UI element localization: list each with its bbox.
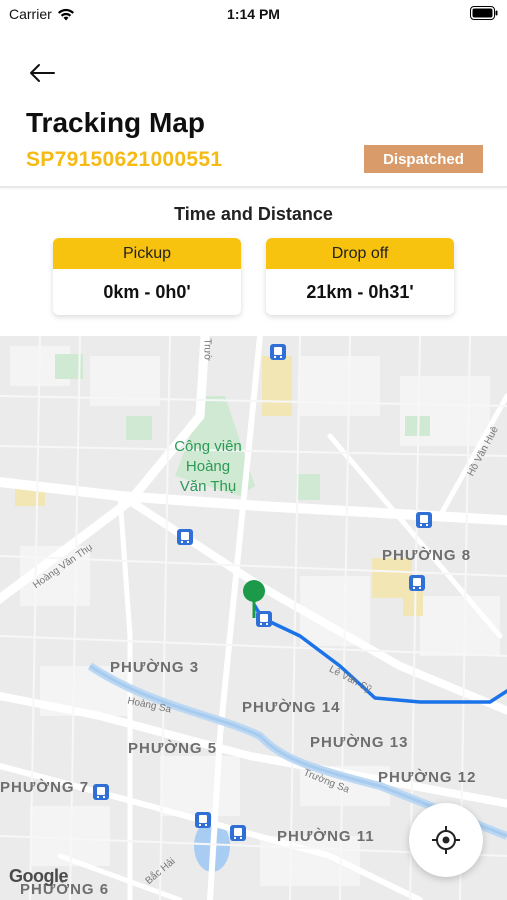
street-label: Trườ <box>201 338 213 361</box>
pickup-card: Pickup 0km - 0h0' <box>53 238 241 315</box>
google-logo-text: Google <box>9 866 69 886</box>
park-label-line: Công viên <box>174 438 242 455</box>
dropoff-label: Drop off <box>266 238 454 269</box>
google-logo: Google <box>9 866 69 887</box>
park-label-line: Hoàng <box>185 458 231 475</box>
dropoff-value: 21km - 0h31' <box>306 281 414 302</box>
district-label: PHƯỜNG 7 <box>0 779 90 796</box>
district-label: PHƯỜNG 12 <box>378 769 477 786</box>
district-label: PHƯỜNG 8 <box>382 547 472 564</box>
tracking-id: SP79150621000551 <box>26 148 223 171</box>
status-badge: Dispatched <box>364 145 483 173</box>
crosshair-icon <box>432 826 460 854</box>
status-bar: Carrier 1:14 PM <box>0 0 507 28</box>
time-distance-title: Time and Distance <box>174 204 333 224</box>
pickup-value: 0km - 0h0' <box>103 281 191 302</box>
battery-icon <box>470 6 498 23</box>
header-divider <box>0 186 507 188</box>
district-label: PHƯỜNG 11 <box>277 828 375 845</box>
district-label: PHƯỜNG 14 <box>242 699 341 716</box>
district-label: PHƯỜNG 13 <box>310 734 409 751</box>
my-location-button[interactable] <box>409 803 483 877</box>
park-label-line: Văn Thụ <box>179 478 237 495</box>
district-label: PHƯỜNG 5 <box>128 740 218 757</box>
arrow-left-icon <box>30 64 55 82</box>
page-title: Tracking Map <box>26 107 205 138</box>
dropoff-card: Drop off 21km - 0h31' <box>266 238 454 315</box>
pickup-label: Pickup <box>53 238 241 269</box>
status-time: 1:14 PM <box>227 6 280 22</box>
district-label: PHƯỜNG 3 <box>110 659 200 676</box>
park-label: Công viên Hoàng Văn Thụ <box>160 437 256 497</box>
back-button[interactable] <box>28 60 58 86</box>
